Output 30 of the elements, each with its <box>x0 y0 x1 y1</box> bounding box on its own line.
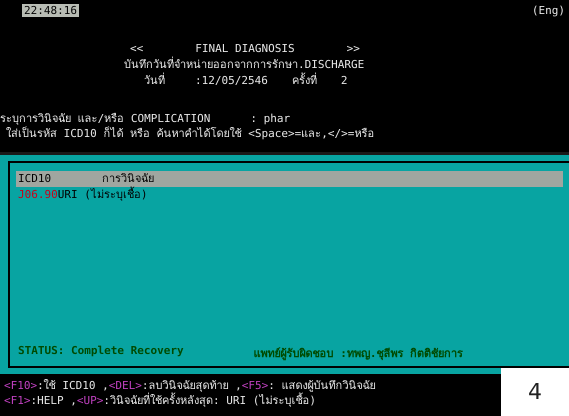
column-header: ICD10 <box>18 171 52 187</box>
shortcut-key: <F10> <box>4 379 38 392</box>
diagnosis-text: URI (ไม่ระบุเชื้อ) <box>58 188 148 201</box>
language-indicator: (Eng) <box>532 4 565 17</box>
date-value: :12/05/2546 <box>195 73 268 89</box>
visit-value: 2 <box>340 73 348 89</box>
shortcut-description: :HELP , <box>30 394 77 407</box>
visit-label: ครั้งที่ <box>292 73 317 89</box>
prompt-label: ระบุการวินิจฉัย และ/หรือ COMPLICATION <box>0 111 210 126</box>
screen-subtitle: บันทึกวันที่จำหน่ายออกจากการรักษา.DISCHARGE <box>124 57 366 72</box>
shortcut-key: <F1> <box>4 394 30 407</box>
clock: 22:48:16 <box>22 4 79 17</box>
input-field[interactable]: : phar <box>250 111 290 126</box>
previous-marker: << <box>130 41 144 56</box>
next-marker: >> <box>346 41 360 56</box>
column-header: การวินิจฉัย <box>102 171 154 186</box>
shortcut-description: : แสดงผู้บันทึกวินิจฉัย <box>268 379 376 392</box>
hint-text: ใส่เป็นรหัส ICD10 ก็ได้ หรือ ค้นหาคำได้โดยใช้ <Space>=และ,</>=หรือ <box>5 126 376 141</box>
doctor-text: แพทย์ผู้รับผิดชอบ :ทพญ.ชุลีพร กิตติชัยการ <box>254 346 464 362</box>
page-number: 4 <box>501 368 569 416</box>
screen-title: FINAL DIAGNOSIS <box>195 41 295 56</box>
date-label: วันที่ <box>144 73 165 89</box>
shortcut-description: :วินิจฉัยที่ใช้ครั้งหลังสุด: URI (ไม่ระบุเชื้อ) <box>103 394 316 407</box>
shortcut-key: <DEL> <box>108 379 142 392</box>
shortcut-key: <UP> <box>76 394 104 407</box>
shortcut-description: :ใช้ ICD10 , <box>37 379 109 392</box>
status-text: STATUS: Complete Recovery <box>18 344 184 359</box>
shortcut-description: :ลบวินิจฉัยสุดท้าย , <box>142 379 242 392</box>
icd-code: J06.90 <box>18 188 58 201</box>
shortcut-key: <F5> <box>242 379 268 392</box>
